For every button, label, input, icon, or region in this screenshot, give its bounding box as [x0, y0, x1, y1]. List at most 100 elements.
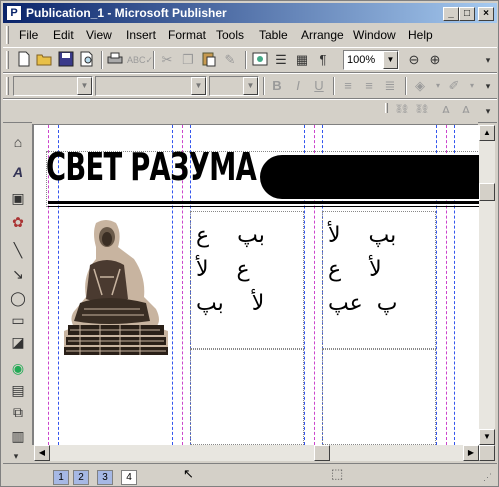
separator [405, 77, 407, 95]
text-frame-column-2-lower[interactable] [190, 349, 304, 445]
insert-table-icon[interactable]: ▦ [293, 51, 311, 69]
text-line[interactable]: لأ ع [328, 253, 382, 287]
zoom-out-icon[interactable]: ⊖ [405, 51, 423, 69]
text-line[interactable]: پ ع‍پ [328, 287, 397, 321]
separator [333, 77, 335, 95]
hot-spot-icon[interactable]: ◉ [8, 358, 28, 378]
new-icon[interactable] [15, 51, 33, 69]
font-size-select[interactable]: ▼ [209, 76, 259, 96]
chevron-down-icon[interactable]: ▼ [383, 51, 398, 69]
show-formatting-icon[interactable]: ¶ [314, 51, 332, 69]
save-icon[interactable] [57, 51, 75, 69]
menu-grip[interactable] [6, 26, 9, 44]
zoom-select[interactable]: 100% ▼ [343, 50, 399, 70]
scroll-right-button[interactable]: ▶ [463, 445, 479, 461]
resize-grip-icon[interactable]: ⋰ [483, 472, 492, 483]
text-box-icon[interactable]: A [8, 162, 28, 182]
cursor-position-icon: ↖ [183, 466, 194, 481]
scroll-left-button[interactable]: ◀ [34, 445, 50, 461]
page-navigator-1[interactable]: 1 [53, 470, 69, 485]
toolbar-options-icon[interactable]: ▾ [479, 102, 497, 120]
menu-view[interactable]: View [86, 28, 112, 42]
text-line[interactable]: لأ ب‍پ [196, 287, 264, 321]
menu-tools[interactable]: Tools [216, 28, 244, 42]
minimize-button[interactable]: _ [443, 7, 459, 21]
text-line[interactable]: ب‍پ لأ [328, 219, 396, 253]
menu-insert[interactable]: Insert [126, 28, 156, 42]
paste-icon[interactable] [200, 51, 218, 69]
fill-color-icon[interactable]: ◈ [411, 77, 429, 95]
toolbar-options-icon[interactable]: ▾ [479, 77, 497, 95]
text-line[interactable]: ع لأ [196, 253, 250, 287]
line-color-icon[interactable]: ✐ [445, 77, 463, 95]
text-line[interactable]: ب‍پ ع [196, 219, 265, 253]
columns-icon[interactable]: ☰ [272, 51, 290, 69]
scroll-corner [479, 445, 495, 461]
horizontal-scroll-thumb[interactable] [314, 445, 330, 461]
chevron-down-icon[interactable]: ▼ [77, 77, 92, 95]
chevron-down-icon[interactable]: ▼ [191, 77, 206, 95]
object-size-icon: ⬚ [331, 466, 344, 481]
select-objects-icon[interactable]: ⌂ [8, 132, 28, 152]
align-center-icon[interactable]: ≡ [360, 77, 378, 95]
toolbar-grip[interactable] [6, 51, 9, 69]
picture-frame-icon[interactable]: ▣ [8, 188, 28, 208]
open-icon[interactable] [36, 51, 54, 69]
arrow-tool-icon[interactable]: ↘ [8, 264, 28, 284]
publisher-app-icon[interactable]: P [6, 5, 22, 21]
menu-arrange[interactable]: Arrange [301, 28, 344, 42]
page-navigator-4-active[interactable]: 4 [121, 470, 137, 485]
form-control-icon[interactable]: ▤ [8, 380, 28, 400]
page-navigator-3[interactable]: 3 [97, 470, 113, 485]
justify-icon[interactable]: ≣ [381, 77, 399, 95]
menu-help[interactable]: Help [408, 28, 433, 42]
print-preview-icon[interactable] [78, 51, 96, 69]
heading-rule [48, 206, 480, 207]
cut-icon[interactable]: ✂ [158, 51, 176, 69]
scroll-up-button[interactable]: ▲ [479, 125, 495, 141]
menu-table[interactable]: Table [259, 28, 288, 42]
menu-format[interactable]: Format [168, 28, 206, 42]
heading-banner-shape[interactable] [260, 155, 480, 199]
bold-button[interactable]: B [268, 77, 286, 95]
style-select[interactable]: ▼ [13, 76, 93, 96]
format-painter-icon[interactable]: ✎ [221, 51, 239, 69]
scroll-down-button[interactable]: ▼ [479, 429, 495, 445]
publisher-window: P Publication_1 - Microsoft Publisher _ … [0, 0, 499, 487]
menu-edit[interactable]: Edit [53, 28, 74, 42]
publication-page[interactable]: СВЕТ РАЗУМА ب‍پ ع ع لأ لأ ب‍پ [34, 125, 480, 445]
zoom-in-icon[interactable]: ⊕ [426, 51, 444, 69]
design-gallery-icon[interactable]: ▥ [8, 426, 28, 446]
align-left-icon[interactable]: ≡ [339, 77, 357, 95]
page-navigator-2[interactable]: 2 [73, 470, 89, 485]
buddha-clip-art[interactable] [60, 217, 172, 357]
spelling-icon[interactable]: ABC✓ [127, 51, 153, 69]
line-tool-icon[interactable]: ╲ [8, 240, 28, 260]
autoshapes-icon[interactable]: ◪ [8, 332, 28, 352]
chevron-down-icon[interactable]: ▼ [243, 77, 258, 95]
maximize-button[interactable]: □ [459, 7, 475, 21]
close-button[interactable]: × [478, 7, 494, 21]
heading-rule [48, 201, 480, 204]
separator [101, 51, 103, 69]
vertical-scrollbar[interactable]: ▲ ▼ [479, 125, 495, 445]
font-select[interactable]: ▼ [95, 76, 207, 96]
menu-file[interactable]: File [19, 28, 38, 42]
italic-button[interactable]: I [289, 77, 307, 95]
vertical-scroll-thumb[interactable] [479, 183, 495, 201]
rectangle-tool-icon[interactable]: ▭ [8, 310, 28, 330]
underline-button[interactable]: U [310, 77, 328, 95]
horizontal-scrollbar[interactable]: ◀ ▶ [34, 445, 479, 461]
toolbar-grip[interactable] [6, 77, 9, 95]
text-frame-column-3-lower[interactable] [322, 349, 436, 445]
menu-window[interactable]: Window [353, 28, 396, 42]
heading-text[interactable]: СВЕТ РАЗУМА [46, 145, 257, 189]
html-code-icon[interactable]: ⧉ [8, 402, 28, 422]
toolbar-options-icon[interactable]: ▾ [479, 51, 497, 69]
print-icon[interactable] [106, 51, 124, 69]
horizontal-ruler[interactable] [32, 113, 478, 125]
oval-tool-icon[interactable]: ◯ [8, 288, 28, 308]
copy-icon[interactable]: ❐ [179, 51, 197, 69]
clip-art-icon[interactable]: ✿ [8, 212, 28, 232]
insert-hyperlink-icon[interactable] [251, 51, 269, 69]
